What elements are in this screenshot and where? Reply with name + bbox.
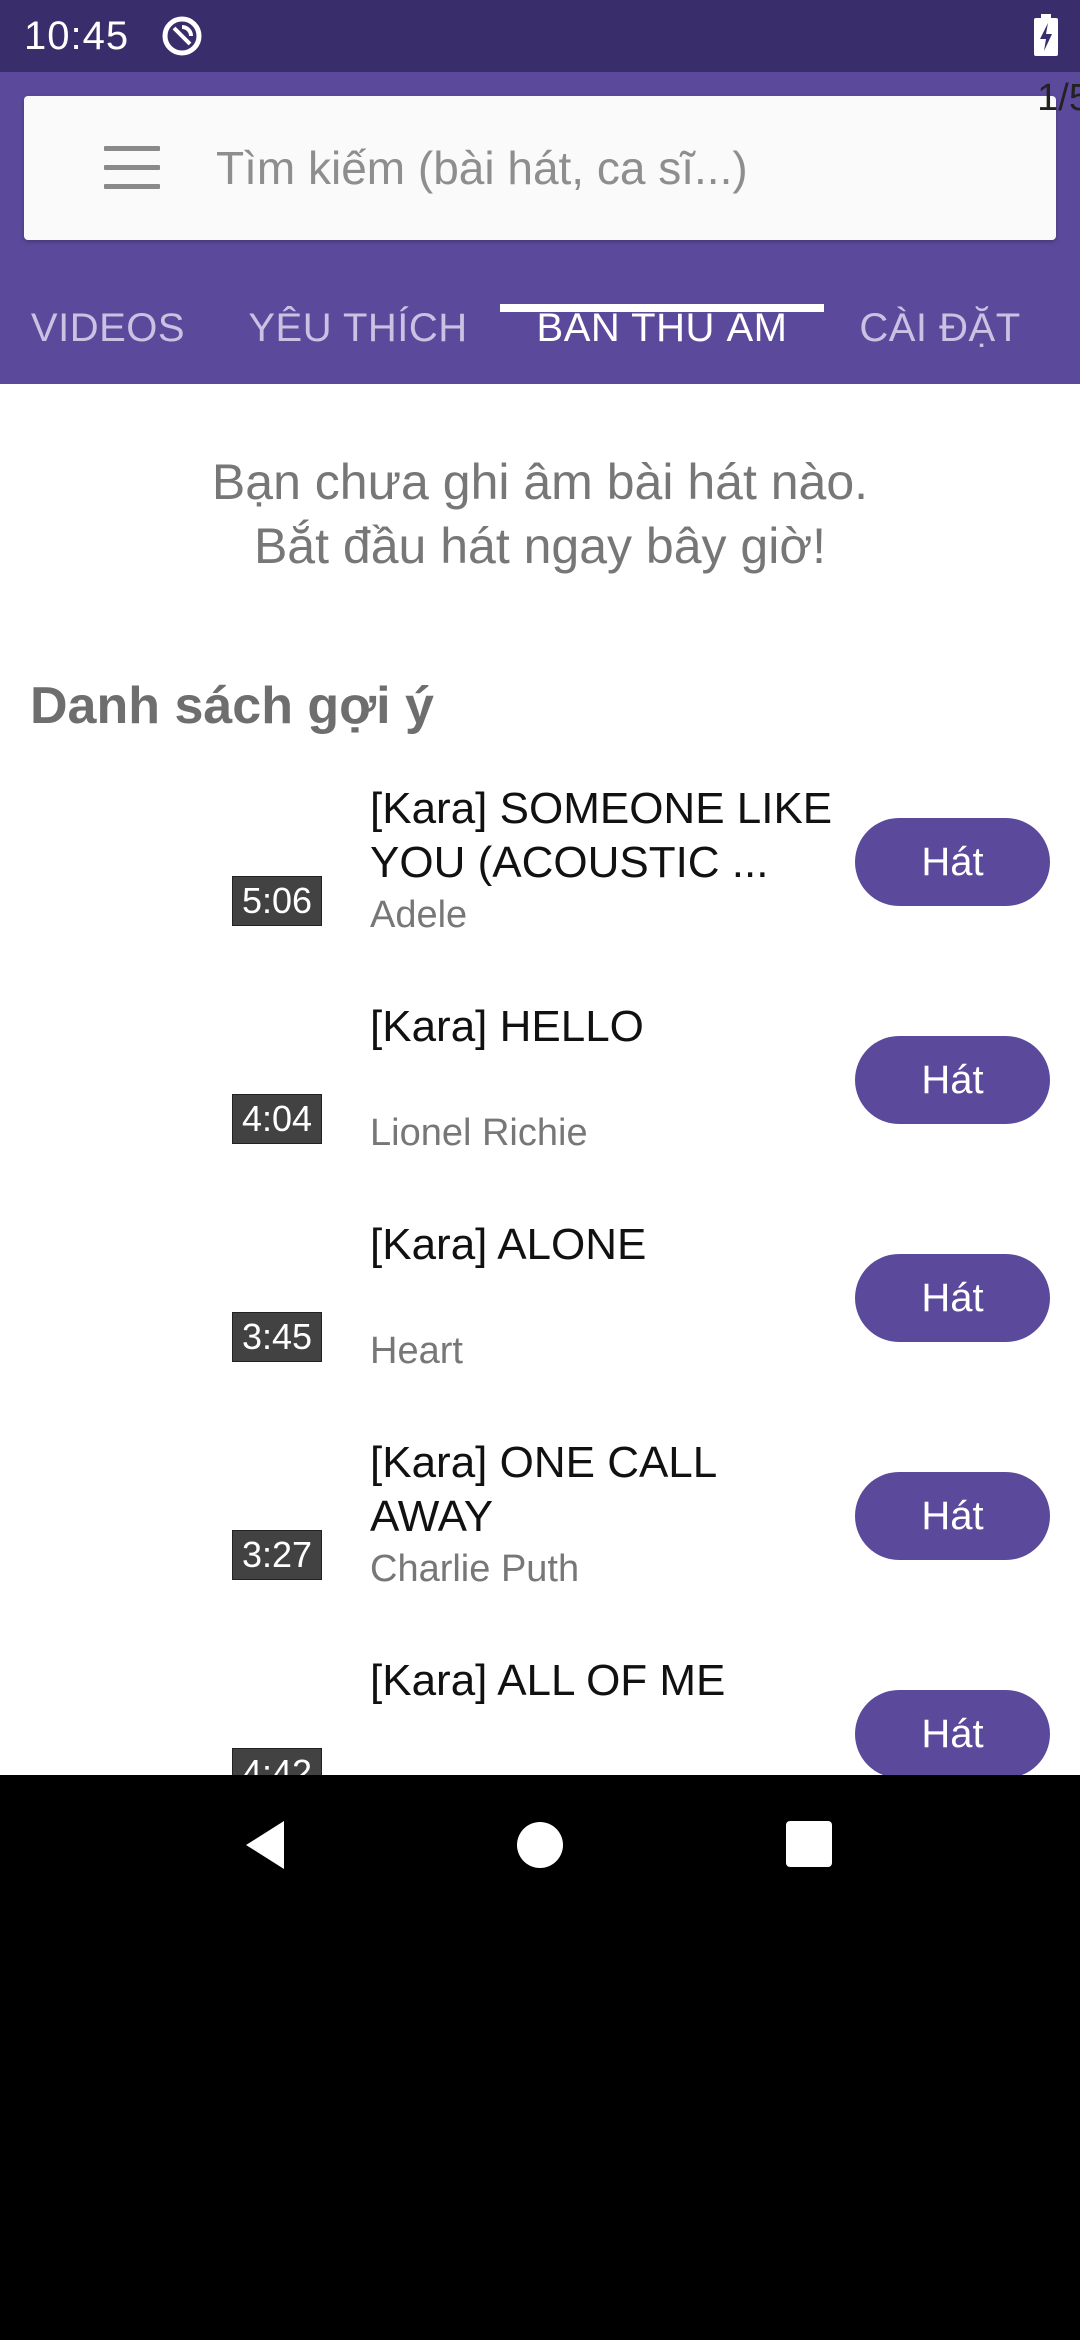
search-box[interactable] <box>24 96 1056 240</box>
sing-button[interactable]: Hát <box>855 1254 1050 1342</box>
duration-badge: 4:42 <box>232 1748 322 1775</box>
hamburger-menu-icon[interactable] <box>76 138 160 198</box>
sing-button[interactable]: Hát <box>855 818 1050 906</box>
page-counter: 1/5 <box>1037 77 1080 119</box>
duration-badge: 4:04 <box>232 1094 322 1144</box>
battery-charging-icon <box>1034 14 1058 56</box>
system-nav-bar <box>0 1775 1080 1920</box>
status-time: 10:45 <box>24 14 130 58</box>
list-item[interactable]: 3:27 [Kara] ONE CALL AWAY Charlie Puth H… <box>0 1430 1080 1648</box>
tab-bar: VIDEOS YÊU THÍCH BẢN THU ÂM CÀI ĐẶT <box>0 272 1080 384</box>
tab-favorites[interactable]: YÊU THÍCH <box>226 272 490 384</box>
duration-badge: 3:45 <box>232 1312 322 1362</box>
app-bar: VIDEOS YÊU THÍCH BẢN THU ÂM CÀI ĐẶT <box>0 72 1080 384</box>
sing-button[interactable]: Hát <box>855 1036 1050 1124</box>
song-title: [Kara] ALONE <box>370 1220 647 1269</box>
back-icon[interactable] <box>238 1815 298 1875</box>
suggestions-title: Danh sách gợi ý <box>30 677 434 735</box>
song-artist: Lionel Richie <box>370 1112 588 1154</box>
active-tab-indicator <box>500 304 824 312</box>
song-title: [Kara] SOMEONE LIKE YOU (ACOUSTIC ... <box>370 784 833 887</box>
list-item[interactable]: 3:45 [Kara] ALONE Heart Hát <box>0 1212 1080 1430</box>
tab-settings[interactable]: CÀI ĐẶT <box>840 272 1040 384</box>
empty-message-line1: Bạn chưa ghi âm bài hát nào. <box>211 454 869 510</box>
search-input[interactable] <box>216 132 1016 204</box>
empty-recordings-message: Bạn chưa ghi âm bài hát nào. Bắt đầu hát… <box>0 450 1080 578</box>
song-title: [Kara] HELLO <box>370 1002 644 1051</box>
song-artist: Heart <box>370 1330 463 1372</box>
tab-recordings[interactable]: BẢN THU ÂM <box>500 272 824 384</box>
list-item[interactable]: 5:06 [Kara] SOMEONE LIKE YOU (ACOUSTIC .… <box>0 776 1080 994</box>
song-title: [Kara] ONE CALL AWAY <box>370 1438 716 1541</box>
sing-button[interactable]: Hát <box>855 1690 1050 1775</box>
list-item[interactable]: 4:04 [Kara] HELLO Lionel Richie Hát <box>0 994 1080 1212</box>
sing-button[interactable]: Hát <box>855 1472 1050 1560</box>
duration-badge: 5:06 <box>232 876 322 926</box>
song-artist: Adele <box>370 894 468 936</box>
song-artist: Charlie Puth <box>370 1548 580 1590</box>
status-bar: 10:45 <box>0 0 1080 72</box>
recents-icon[interactable] <box>780 1815 840 1875</box>
song-title: [Kara] ALL OF ME <box>370 1656 726 1705</box>
duration-badge: 3:27 <box>232 1530 322 1580</box>
sync-icon <box>160 14 204 58</box>
home-icon[interactable] <box>510 1815 570 1875</box>
list-item[interactable]: 4:42 [Kara] ALL OF ME Hát <box>0 1648 1080 1775</box>
app-screen: 10:45 VIDEOS YÊU THÍCH <box>0 0 1080 1775</box>
empty-message-line2: Bắt đầu hát ngay bây giờ! <box>253 518 827 574</box>
tab-videos[interactable]: VIDEOS <box>0 272 216 384</box>
